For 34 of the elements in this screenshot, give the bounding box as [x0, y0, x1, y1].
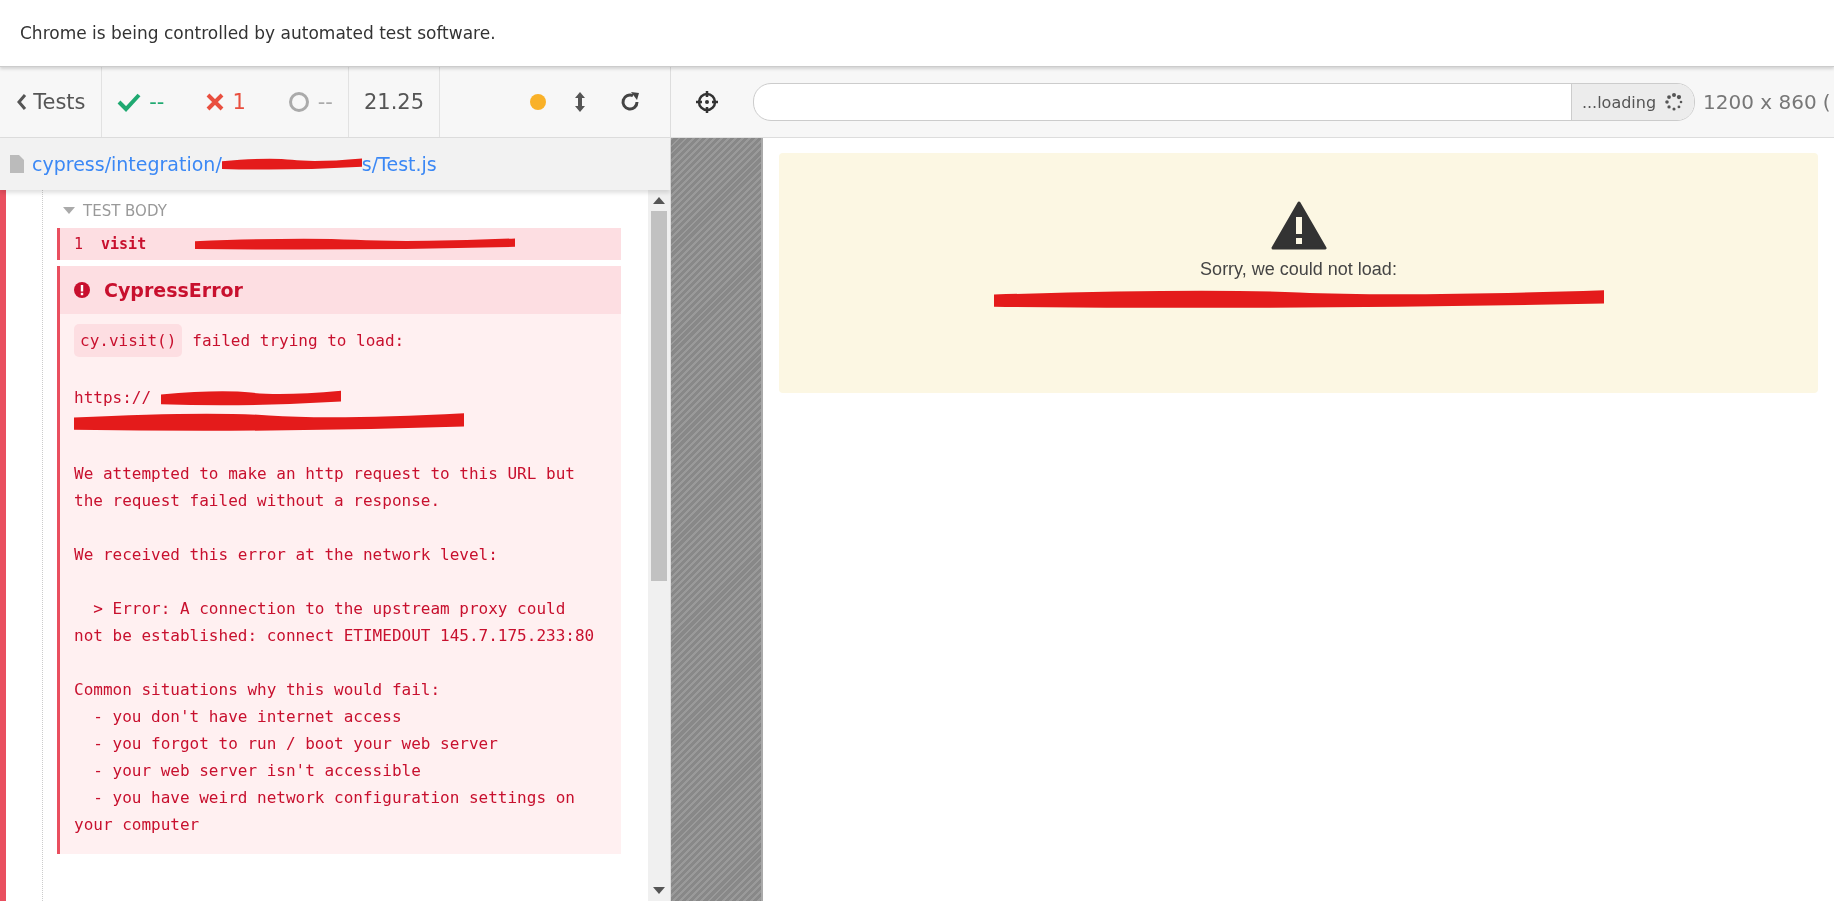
viewport-scale: (: [1822, 90, 1831, 114]
error-paragraph: Common situations why this would fail: - you don't have internet access - you forgot to run / boot your web server - your web server isn't accessible - you have weird network configuration settings on your computer: [74, 679, 576, 836]
viewport-size: 1200 x 860: [1703, 90, 1817, 114]
error-icon: [74, 282, 90, 298]
pending-count: --: [317, 90, 333, 114]
scrollbar[interactable]: [648, 190, 670, 901]
tests-back-button[interactable]: Tests: [9, 89, 92, 115]
cross-icon: [206, 93, 225, 111]
error-title: CypressError: [104, 279, 243, 301]
resize-icon[interactable]: [574, 91, 586, 113]
scroll-up-icon[interactable]: [653, 196, 665, 204]
code-snippet: cy.visit(): [74, 324, 183, 357]
url-field[interactable]: ...loading: [753, 83, 1695, 121]
error-url: https://: [74, 387, 152, 409]
command-row[interactable]: 1 visit: [57, 228, 621, 260]
loading-status: ...loading: [1581, 92, 1657, 112]
failed-count: 1: [232, 90, 246, 114]
warning-icon: [1270, 201, 1327, 251]
load-error-message: Sorry, we could not load:: [1200, 259, 1397, 280]
passed-count: --: [149, 90, 165, 114]
test-body-toggle[interactable]: TEST BODY: [57, 200, 621, 222]
duration: 21.25: [363, 90, 425, 114]
error-paragraph: We received this error at the network level:: [74, 544, 499, 566]
error-lead: failed trying to load:: [192, 330, 405, 352]
caret-icon: [63, 207, 75, 215]
file-icon: [10, 155, 24, 173]
error-paragraph: We attempted to make an http request to this URL but the request failed without a response.: [74, 463, 576, 512]
command-name: visit: [101, 235, 148, 253]
check-icon: [117, 92, 142, 112]
pending-icon: [287, 91, 310, 113]
spinner-icon: [1664, 92, 1685, 112]
command-number: 1: [74, 235, 84, 253]
scroll-down-icon[interactable]: [653, 887, 665, 895]
error-paragraph: > Error: A connection to the upstream proxy could not be established: connect ETIMEDOUT 145.7.175.233:80: [74, 598, 596, 647]
